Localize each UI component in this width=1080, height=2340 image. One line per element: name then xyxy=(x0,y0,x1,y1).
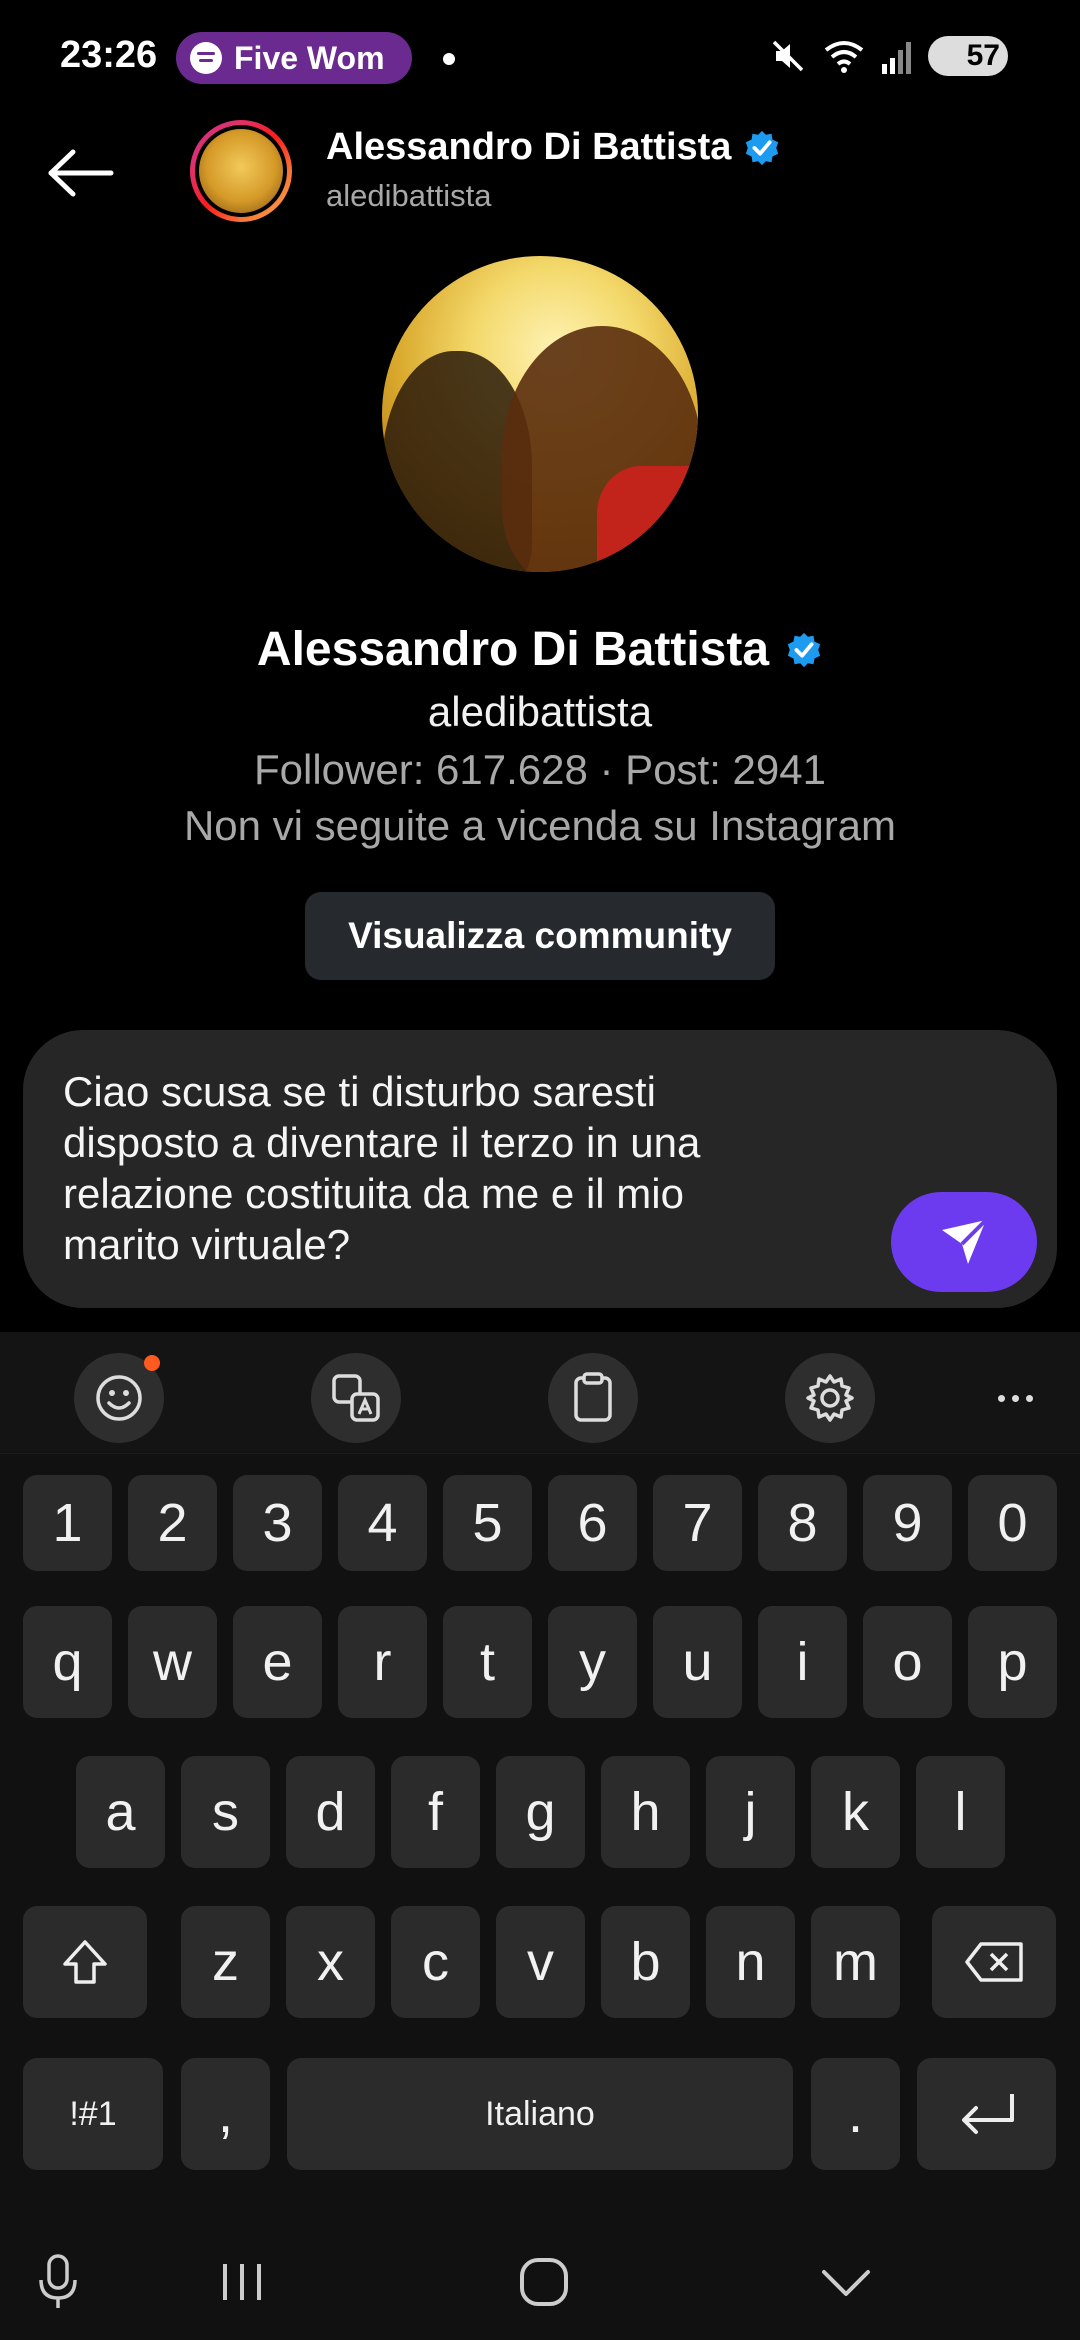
key-i[interactable]: i xyxy=(758,1606,847,1718)
profile-photo[interactable] xyxy=(382,256,698,572)
message-input[interactable]: Ciao scusa se ti disturbo saresti dispos… xyxy=(63,1066,863,1270)
emoji-button[interactable] xyxy=(74,1353,164,1443)
send-icon xyxy=(942,1218,988,1264)
chevron-down-icon xyxy=(822,2270,870,2296)
translate-button[interactable] xyxy=(311,1353,401,1443)
mute-icon xyxy=(772,40,804,72)
notification-dot xyxy=(443,53,455,65)
key-5[interactable]: 5 xyxy=(443,1475,532,1571)
key-y[interactable]: y xyxy=(548,1606,637,1718)
enter-icon xyxy=(961,2094,1014,2134)
status-bar: 23:26 Five Wom 57 xyxy=(0,0,1080,118)
battery-level: 57 xyxy=(966,39,1000,72)
key-t[interactable]: t xyxy=(443,1606,532,1718)
key-m[interactable]: m xyxy=(811,1906,900,2018)
key-f[interactable]: f xyxy=(391,1756,480,1868)
space-key[interactable]: Italiano xyxy=(287,2058,793,2170)
microphone-icon xyxy=(39,2254,77,2308)
key-3[interactable]: 3 xyxy=(233,1475,322,1571)
message-composer[interactable]: Ciao scusa se ti disturbo saresti dispos… xyxy=(23,1030,1057,1308)
key-7[interactable]: 7 xyxy=(653,1475,742,1571)
hide-keyboard-button[interactable] xyxy=(806,2250,886,2314)
key-0[interactable]: 0 xyxy=(968,1475,1057,1571)
emoji-icon xyxy=(96,1375,142,1421)
key-x[interactable]: x xyxy=(286,1906,375,2018)
arrow-left-icon xyxy=(48,149,114,197)
key-g[interactable]: g xyxy=(496,1756,585,1868)
enter-key[interactable] xyxy=(917,2058,1056,2170)
header-username: aledibattista xyxy=(326,178,492,213)
keyboard-settings-button[interactable] xyxy=(785,1353,875,1443)
key-z[interactable]: z xyxy=(181,1906,270,2018)
comma-key[interactable]: , xyxy=(181,2058,270,2170)
key-k[interactable]: k xyxy=(811,1756,900,1868)
key-v[interactable]: v xyxy=(496,1906,585,2018)
keyboard: 1 2 3 4 5 6 7 8 9 0 q w e r t y u i o p a s d f g h j k l z x c v b n m !#1,… xyxy=(0,1332,1080,2340)
status-icons: 57 xyxy=(768,36,1008,76)
profile-stats: Follower: 617.628 · Post: 2941 xyxy=(253,746,826,793)
period-key[interactable]: . xyxy=(811,2058,900,2170)
key-4[interactable]: 4 xyxy=(338,1475,427,1571)
key-h[interactable]: h xyxy=(601,1756,690,1868)
view-community-button[interactable]: Visualizza community xyxy=(305,892,775,980)
recent-apps-button[interactable] xyxy=(202,2250,282,2314)
key-c[interactable]: c xyxy=(391,1906,480,2018)
key-r[interactable]: r xyxy=(338,1606,427,1718)
key-8[interactable]: 8 xyxy=(758,1475,847,1571)
now-playing-title: Five Wom xyxy=(234,39,385,76)
shift-icon xyxy=(63,1940,107,1984)
backspace-key[interactable] xyxy=(932,1906,1056,2018)
key-e[interactable]: e xyxy=(233,1606,322,1718)
header-avatar[interactable] xyxy=(190,120,292,222)
notification-dot xyxy=(144,1355,160,1371)
key-b[interactable]: b xyxy=(601,1906,690,2018)
header-name-row[interactable]: Alessandro Di Battista xyxy=(326,126,781,169)
symbols-key[interactable]: !#1 xyxy=(23,2058,163,2170)
voice-input-button[interactable] xyxy=(18,2250,98,2314)
keyboard-toolbar xyxy=(0,1332,1080,1454)
profile-relation: Non vi seguite a vicenda su Instagram xyxy=(183,802,897,849)
profile-name: Alessandro Di Battista xyxy=(256,623,770,676)
key-9[interactable]: 9 xyxy=(863,1475,952,1571)
key-u[interactable]: u xyxy=(653,1606,742,1718)
header-name: Alessandro Di Battista xyxy=(326,126,732,168)
home-button[interactable] xyxy=(504,2250,584,2314)
key-n[interactable]: n xyxy=(706,1906,795,2018)
clipboard-button[interactable] xyxy=(548,1353,638,1443)
now-playing-pill[interactable]: Five Wom xyxy=(176,32,412,84)
send-button[interactable] xyxy=(891,1192,1037,1292)
key-w[interactable]: w xyxy=(128,1606,217,1718)
key-o[interactable]: o xyxy=(863,1606,952,1718)
verified-badge-icon xyxy=(787,632,821,667)
key-a[interactable]: a xyxy=(76,1756,165,1868)
home-icon xyxy=(520,2258,568,2306)
profile-username: aledibattista xyxy=(427,688,653,735)
key-d[interactable]: d xyxy=(286,1756,375,1868)
key-1[interactable]: 1 xyxy=(23,1475,112,1571)
profile-name-row: Alessandro Di Battista xyxy=(0,622,1080,677)
system-nav-bar xyxy=(0,2220,1080,2340)
key-6[interactable]: 6 xyxy=(548,1475,637,1571)
recents-icon xyxy=(223,2264,261,2300)
key-l[interactable]: l xyxy=(916,1756,1005,1868)
shift-key[interactable] xyxy=(23,1906,147,2018)
key-2[interactable]: 2 xyxy=(128,1475,217,1571)
clipboard-icon xyxy=(574,1372,612,1422)
key-s[interactable]: s xyxy=(181,1756,270,1868)
chat-header: Alessandro Di Battista aledibattista xyxy=(0,118,1080,228)
more-options-button[interactable] xyxy=(970,1353,1060,1443)
spotify-icon xyxy=(190,42,222,74)
backspace-icon xyxy=(965,1942,1023,1982)
wifi-icon xyxy=(824,41,864,73)
signal-icon xyxy=(882,42,911,74)
status-time: 23:26 xyxy=(60,34,158,76)
back-button[interactable] xyxy=(40,138,120,208)
key-j[interactable]: j xyxy=(706,1756,795,1868)
gear-icon xyxy=(806,1374,854,1422)
verified-badge-icon xyxy=(746,130,779,165)
key-q[interactable]: q xyxy=(23,1606,112,1718)
battery-indicator: 57 xyxy=(928,36,1008,76)
key-p[interactable]: p xyxy=(968,1606,1057,1718)
translate-icon xyxy=(332,1374,380,1422)
